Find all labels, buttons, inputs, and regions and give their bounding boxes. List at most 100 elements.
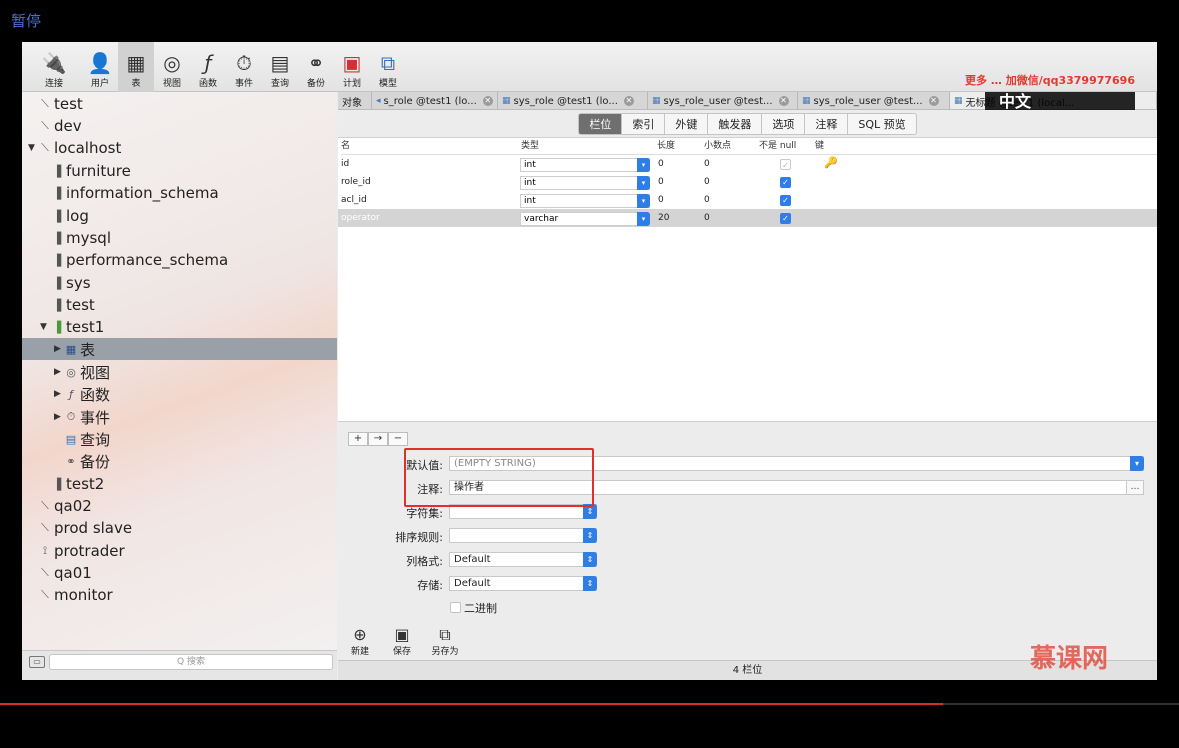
- column-header-decimals[interactable]: 小数点: [704, 138, 759, 155]
- chevron-down-icon[interactable]: ▾: [1130, 456, 1144, 471]
- toolbar-event-button[interactable]: ⏱ 事件: [226, 42, 262, 92]
- toolbar-schedule-button[interactable]: ▣ 计划: [334, 42, 370, 92]
- expand-arrow-icon[interactable]: ▶: [54, 344, 64, 354]
- field-type-select[interactable]: int ▾: [520, 176, 650, 190]
- sidebar-item-performance-schema[interactable]: ▐ performance_schema: [50, 249, 228, 271]
- toolbar-table-button[interactable]: ▦ 表: [118, 42, 154, 92]
- tab-sql-preview[interactable]: SQL 预览: [848, 112, 917, 135]
- close-tab-icon[interactable]: ✕: [928, 96, 939, 106]
- tab-sys-role-user-1[interactable]: ▦ sys_role_user @test... ✕: [648, 92, 798, 109]
- tab-comment[interactable]: 注释: [805, 112, 849, 135]
- field-name[interactable]: id: [341, 155, 349, 173]
- toolbar-backup-button[interactable]: ⚭ 备份: [298, 42, 334, 92]
- primary-key-icon[interactable]: 🔑: [824, 156, 838, 169]
- field-name[interactable]: role_id: [341, 173, 371, 191]
- field-name[interactable]: operator: [341, 209, 380, 227]
- sidebar-item-queries[interactable]: ▤ 查询: [64, 428, 110, 450]
- not-null-checkbox[interactable]: ✓: [780, 177, 791, 188]
- field-decimals[interactable]: 0: [704, 209, 710, 227]
- field-name[interactable]: acl_id: [341, 191, 367, 209]
- not-null-checkbox[interactable]: ✓: [780, 159, 791, 170]
- column-header-name[interactable]: 名: [341, 138, 521, 155]
- sidebar-item-test2[interactable]: ▐ test2: [50, 473, 105, 495]
- sidebar-item-mysql[interactable]: ▐ mysql: [50, 227, 111, 249]
- tab-objects[interactable]: 对象: [338, 92, 372, 109]
- storage-select[interactable]: Default ⇕: [449, 576, 597, 591]
- sidebar-item-events[interactable]: ▶ ⏱ 事件: [54, 406, 110, 428]
- table-row[interactable]: role_id int ▾ 0 0 ✓: [338, 173, 1157, 191]
- sidebar-item-views[interactable]: ▶ ◎ 视图: [54, 361, 110, 383]
- save-button[interactable]: ▣ 保存: [388, 626, 416, 658]
- sidebar-item-qa02[interactable]: ⟍ qa02: [38, 495, 92, 517]
- tab-fields[interactable]: 栏位: [578, 112, 623, 135]
- sidebar-toggle-icon[interactable]: ▭: [29, 656, 45, 668]
- field-type-select[interactable]: int ▾: [520, 194, 650, 208]
- sidebar-item-furniture[interactable]: ▐ furniture: [50, 160, 131, 182]
- field-decimals[interactable]: 0: [704, 191, 710, 209]
- close-tab-icon[interactable]: ✕: [482, 96, 493, 106]
- column-header-length[interactable]: 长度: [657, 138, 704, 155]
- insert-field-button[interactable]: →: [368, 432, 388, 446]
- table-row-selected[interactable]: operator varchar ▾ 20 0 ✓: [338, 209, 1157, 227]
- column-format-select[interactable]: Default ⇕: [449, 552, 597, 567]
- expand-arrow-icon[interactable]: ▶: [54, 367, 64, 377]
- not-null-checkbox[interactable]: ✓: [780, 195, 791, 206]
- column-header-type[interactable]: 类型: [521, 138, 657, 155]
- toolbar-connect-button[interactable]: 🔌 连接: [36, 42, 72, 92]
- sidebar-item-tables[interactable]: ▶ ▦ 表: [22, 338, 337, 360]
- field-length[interactable]: 0: [658, 191, 664, 209]
- field-decimals[interactable]: 0: [704, 173, 710, 191]
- binary-checkbox[interactable]: [450, 602, 461, 613]
- sidebar-item-test-connection[interactable]: ⟍ test: [38, 93, 83, 115]
- sidebar-item-prod-slave[interactable]: ⟍ prod slave: [38, 517, 132, 539]
- tab-options[interactable]: 选项: [762, 112, 806, 135]
- field-type-select[interactable]: varchar ▾: [520, 212, 650, 226]
- table-row[interactable]: id int ▾ 0 0 ✓ 🔑: [338, 155, 1157, 173]
- toolbar-query-button[interactable]: ▤ 查询: [262, 42, 298, 92]
- sidebar-item-sys[interactable]: ▐ sys: [50, 272, 91, 294]
- video-progress-bar[interactable]: [0, 703, 1179, 705]
- toolbar-user-button[interactable]: 👤 用户: [82, 42, 118, 92]
- not-null-checkbox[interactable]: ✓: [780, 213, 791, 224]
- sidebar-item-test1[interactable]: ▼ ▐ test1: [40, 316, 104, 338]
- tab-triggers[interactable]: 触发器: [708, 112, 763, 135]
- table-row[interactable]: acl_id int ▾ 0 0 ✓: [338, 191, 1157, 209]
- sidebar-item-backups[interactable]: ⚭ 备份: [64, 450, 110, 472]
- new-button[interactable]: ⊕ 新建: [346, 626, 374, 658]
- remove-field-button[interactable]: −: [388, 432, 408, 446]
- add-field-button[interactable]: +: [348, 432, 368, 446]
- more-icon[interactable]: …: [1126, 480, 1144, 495]
- sidebar-item-dev[interactable]: ⟍ dev: [38, 115, 82, 137]
- sidebar-item-protrader[interactable]: ⟟ protrader: [38, 540, 125, 562]
- pause-label[interactable]: 暂停: [11, 10, 41, 31]
- sidebar-item-localhost[interactable]: ▼ ⟍ localhost: [28, 137, 121, 159]
- collation-select[interactable]: ⇕: [449, 528, 597, 543]
- expand-arrow-icon[interactable]: ▼: [40, 322, 50, 332]
- column-header-key[interactable]: 键: [815, 138, 1157, 155]
- expand-arrow-icon[interactable]: ▶: [54, 412, 64, 422]
- sidebar-search-input[interactable]: Q 搜索: [49, 654, 333, 670]
- expand-arrow-icon[interactable]: ▼: [28, 143, 38, 153]
- sidebar-item-test-db[interactable]: ▐ test: [50, 294, 95, 316]
- tab-foreign-keys[interactable]: 外键: [665, 112, 709, 135]
- toolbar-view-button[interactable]: ◎ 视图: [154, 42, 190, 92]
- save-as-button[interactable]: ⧉ 另存为: [430, 626, 460, 658]
- sidebar-item-qa01[interactable]: ⟍ qa01: [38, 562, 92, 584]
- toolbar-function-button[interactable]: ƒ 函数: [190, 42, 226, 92]
- expand-arrow-icon[interactable]: ▶: [54, 389, 64, 399]
- sidebar-item-log[interactable]: ▐ log: [50, 205, 89, 227]
- sidebar-item-monitor[interactable]: ⟍ monitor: [38, 584, 113, 606]
- column-header-not-null[interactable]: 不是 null: [759, 138, 815, 155]
- tab-sys-role[interactable]: ▦ sys_role @test1 (lo... ✕: [498, 92, 648, 109]
- field-length[interactable]: 0: [658, 173, 664, 191]
- field-length[interactable]: 20: [658, 209, 669, 227]
- sidebar-item-information-schema[interactable]: ▐ information_schema: [50, 182, 219, 204]
- field-type-select[interactable]: int ▾: [520, 158, 650, 172]
- tab-s-role[interactable]: ◂ s_role @test1 (lo... ✕: [372, 92, 498, 109]
- toolbar-model-button[interactable]: ⧉ 模型: [370, 42, 406, 92]
- field-decimals[interactable]: 0: [704, 155, 710, 173]
- field-length[interactable]: 0: [658, 155, 664, 173]
- tab-sys-role-user-2[interactable]: ▦ sys_role_user @test... ✕: [798, 92, 950, 109]
- close-tab-icon[interactable]: ✕: [778, 96, 789, 106]
- tab-indexes[interactable]: 索引: [622, 112, 666, 135]
